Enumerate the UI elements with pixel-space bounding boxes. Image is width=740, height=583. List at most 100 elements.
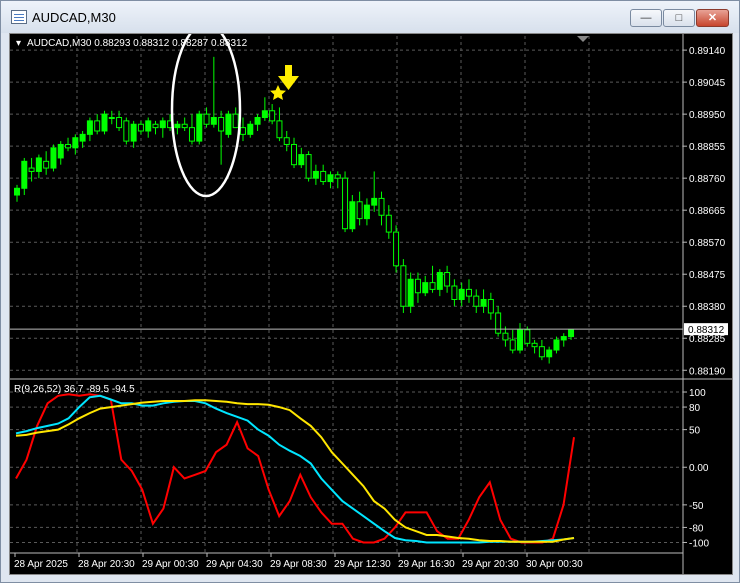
indicator-tick-label: 0.00: [689, 463, 709, 474]
indicator-tick-label: -100: [689, 538, 709, 549]
candle-body: [371, 197, 378, 206]
candle-body: [451, 285, 458, 300]
candle-body: [94, 120, 101, 132]
candle-body: [495, 312, 502, 334]
candle-body: [473, 295, 480, 307]
candle-body: [43, 160, 50, 169]
candle-body: [568, 329, 575, 338]
candle-body: [174, 123, 181, 129]
candle-body: [560, 336, 567, 341]
time-tick-label: 29 Apr 08:30: [270, 559, 327, 570]
candle-body: [108, 117, 115, 120]
indicator-tick-label: -50: [689, 501, 704, 512]
candle-body: [196, 113, 203, 142]
candle-body: [116, 117, 123, 129]
candle-body: [465, 288, 472, 297]
candle-body: [188, 127, 195, 142]
candle-body: [101, 113, 108, 132]
candle-body: [123, 120, 130, 142]
time-tick-label: 29 Apr 16:30: [398, 559, 455, 570]
candle-body: [35, 157, 42, 172]
title-bar[interactable]: AUDCAD,M30 — □ ✕: [1, 1, 739, 33]
candle-body: [356, 201, 363, 220]
chart-window-icon: [11, 10, 27, 24]
candle-body: [14, 187, 20, 196]
candle-body: [261, 110, 268, 119]
candle-body: [342, 177, 349, 230]
price-tick-label: 0.88665: [689, 206, 726, 217]
candle-body: [444, 272, 451, 287]
candle-body: [378, 197, 385, 216]
candle-body: [232, 113, 239, 129]
candle-body: [130, 123, 137, 142]
candle-body: [276, 120, 283, 139]
candle-body: [298, 154, 305, 166]
candle-body: [436, 272, 443, 290]
price-tick-label: 0.88380: [689, 302, 726, 313]
candle-body: [546, 349, 553, 358]
candle-body: [247, 123, 254, 135]
candle-body: [429, 282, 436, 290]
price-tick-label: 0.88190: [689, 366, 726, 377]
indicator-tick-label: 80: [689, 403, 701, 414]
candle-body: [225, 113, 232, 135]
candle-body: [385, 214, 392, 233]
candle-body: [79, 133, 86, 142]
chart-area[interactable]: 0.89140 0.89045 0.88950 0.88855 0.88760 0.886…: [9, 22, 733, 575]
candle-body: [349, 201, 356, 230]
candle-body: [487, 298, 494, 314]
candle-body: [152, 123, 159, 129]
candle-body: [137, 123, 144, 132]
candle-body: [305, 154, 312, 179]
chart-background: [10, 34, 732, 574]
time-tick-label: 30 Apr 00:30: [526, 559, 583, 570]
current-price-label: 0.88312: [688, 325, 725, 336]
minimize-button[interactable]: —: [630, 9, 662, 27]
time-tick-label: 29 Apr 12:30: [334, 559, 391, 570]
chart-window: AUDCAD,M30 — □ ✕ 0.89140 0.89045 0.88950 0.…: [0, 0, 740, 583]
time-tick-label: 29 Apr 00:30: [142, 559, 199, 570]
candle-body: [502, 332, 509, 341]
candle-body: [553, 339, 560, 351]
candle-body: [145, 120, 152, 132]
indicator-header: R(9,26,52) 36.7 -89.5 -94.5: [14, 384, 135, 395]
candle-body: [254, 117, 261, 125]
candle-body: [400, 265, 407, 307]
price-tick-label: 0.88760: [689, 174, 726, 185]
candle-body: [312, 170, 319, 179]
indicator-tick-label: 100: [689, 388, 706, 399]
window-title: AUDCAD,M30: [32, 10, 116, 25]
price-tick-label: 0.89140: [689, 46, 726, 57]
candle-body: [65, 143, 72, 149]
candle-body: [327, 174, 334, 183]
candle-body: [239, 127, 246, 135]
candle-body: [538, 346, 545, 358]
candle-body: [210, 117, 217, 125]
indicator-tick-label: -80: [689, 523, 704, 534]
chart-canvas[interactable]: 0.89140 0.89045 0.88950 0.88855 0.88760 0.886…: [10, 22, 732, 574]
time-tick-label: 28 Apr 20:30: [78, 559, 135, 570]
price-tick-label: 0.88475: [689, 270, 726, 281]
candle-body: [21, 160, 28, 189]
candle-body: [218, 117, 225, 132]
chart-dropdown-icon[interactable]: ▾: [16, 38, 21, 49]
candle-body: [203, 113, 210, 125]
candle-body: [283, 137, 290, 145]
candle-body: [72, 137, 79, 149]
candle-body: [291, 143, 298, 166]
candle-body: [517, 329, 524, 351]
time-tick-label: 29 Apr 04:30: [206, 559, 263, 570]
candle-body: [393, 231, 400, 267]
close-button[interactable]: ✕: [696, 9, 729, 27]
price-tick-label: 0.88950: [689, 110, 726, 121]
time-tick-label: 28 Apr 2025: [14, 559, 68, 570]
chart-ohlc-header: AUDCAD,M30 0.88293 0.88312 0.88287 0.883…: [27, 38, 248, 49]
candle-body: [334, 174, 341, 179]
indicator-tick-label: 50: [689, 426, 701, 437]
maximize-button[interactable]: □: [663, 9, 695, 27]
candle-body: [363, 204, 370, 220]
candle-body: [524, 329, 531, 344]
candle-body: [480, 298, 487, 307]
candle-body: [86, 120, 93, 135]
candle-body: [269, 110, 276, 122]
